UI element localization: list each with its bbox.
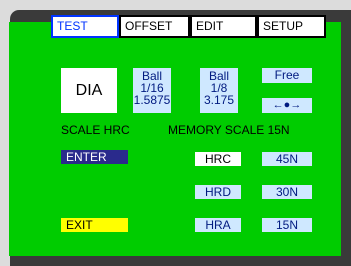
- scale-hrc-label: SCALE HRC: [61, 123, 130, 137]
- ball-1-16-button[interactable]: Ball 1/16 1.5875: [133, 68, 171, 113]
- indenter-dia-button[interactable]: DIA: [61, 68, 117, 113]
- tab-test[interactable]: TEST: [51, 15, 119, 38]
- scale-45n-button[interactable]: 45N: [262, 152, 312, 166]
- free-position-arrows-icon[interactable]: ←●→: [262, 98, 312, 113]
- free-button[interactable]: Free: [262, 68, 312, 83]
- ball-1-8-mm: 3.175: [203, 93, 235, 107]
- scale-30n-button[interactable]: 30N: [262, 185, 312, 199]
- scale-hra-button[interactable]: HRA: [195, 218, 241, 232]
- ball-1-8-button[interactable]: Ball 1/8 3.175: [200, 68, 238, 113]
- scale-hrd-button[interactable]: HRD: [195, 185, 241, 199]
- exit-button[interactable]: EXIT: [61, 218, 128, 232]
- scale-15n-button[interactable]: 15N: [262, 218, 312, 232]
- enter-button[interactable]: ENTER: [61, 150, 128, 164]
- tab-offset[interactable]: OFFSET: [119, 15, 190, 38]
- tab-edit[interactable]: EDIT: [190, 15, 257, 38]
- ball-1-16-mm: 1.5875: [133, 93, 171, 107]
- tab-setup[interactable]: SETUP: [257, 15, 326, 38]
- scale-hrc-button[interactable]: HRC: [195, 152, 241, 166]
- memory-scale-label: MEMORY SCALE 15N: [168, 123, 290, 137]
